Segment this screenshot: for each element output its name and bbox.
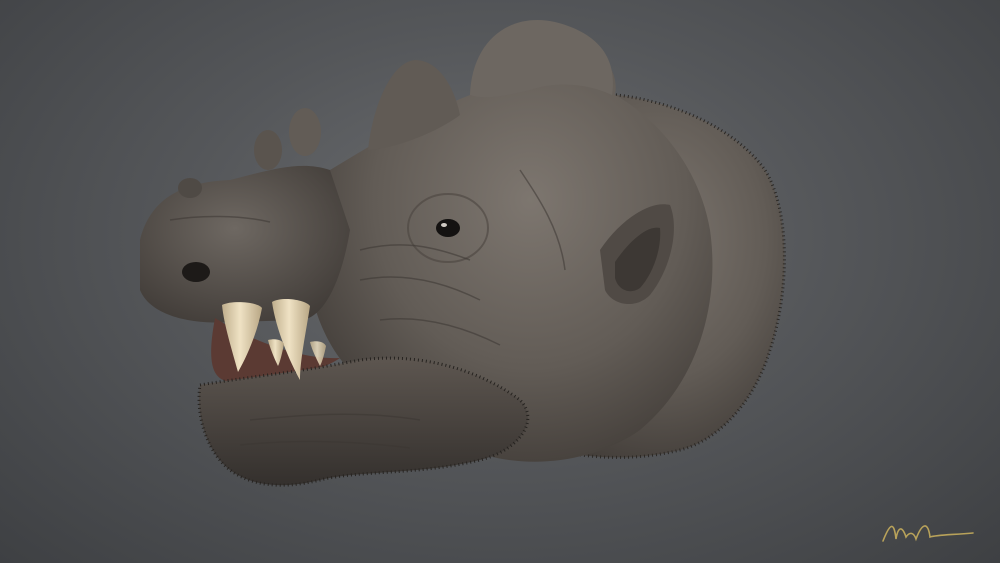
snout-knob-1 [254,130,282,170]
creature-head [140,20,786,487]
snout [140,165,350,323]
eye-highlight [441,223,447,227]
nostril [182,262,210,282]
snout-knob-3 [178,178,202,198]
render-canvas [0,0,1000,563]
snout-knob-2 [289,108,321,156]
eye [436,219,460,237]
artist-signature [882,525,974,542]
rear-horn-knob [470,20,613,98]
